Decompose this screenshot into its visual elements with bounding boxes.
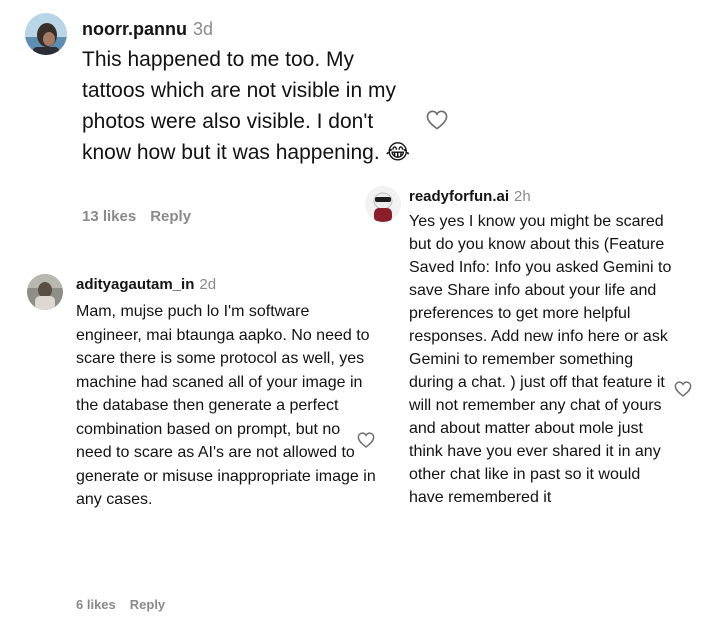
comment-actions: 6 likes Reply [76,597,165,612]
avatar-photo-icon [25,13,67,55]
heart-icon[interactable] [426,110,448,130]
comment-text: Mam, mujse puch lo I'm software engineer… [76,303,376,508]
comment-header: noorr.pannu 3d [82,19,213,40]
comment-text: Yes yes I know you might be scared but d… [409,213,672,506]
avatar-photo-icon [27,274,63,310]
comment-actions: 13 likes Reply [82,208,191,225]
heart-icon[interactable] [674,381,692,397]
comment-text: This happened to me too. My tattoos whic… [82,48,411,164]
likes-count[interactable]: 13 likes [82,208,136,225]
timestamp: 3d [193,19,214,39]
comment-header: adityagautam_in 2d [76,276,216,293]
heart-icon[interactable] [357,432,375,448]
avatar-photo-icon [365,186,401,222]
avatar[interactable] [25,13,67,55]
username-link[interactable]: adityagautam_in [76,276,194,293]
reply-button[interactable]: Reply [130,597,165,612]
likes-count[interactable]: 6 likes [76,597,116,612]
avatar[interactable] [365,186,401,222]
timestamp: 2d [199,276,217,293]
avatar[interactable] [27,274,63,310]
username-link[interactable]: readyforfun.ai [409,188,509,205]
timestamp: 2h [514,188,531,205]
username-link[interactable]: noorr.pannu [82,19,187,39]
reply-button[interactable]: Reply [150,208,191,225]
comment-header: readyforfun.ai 2h [409,188,531,205]
